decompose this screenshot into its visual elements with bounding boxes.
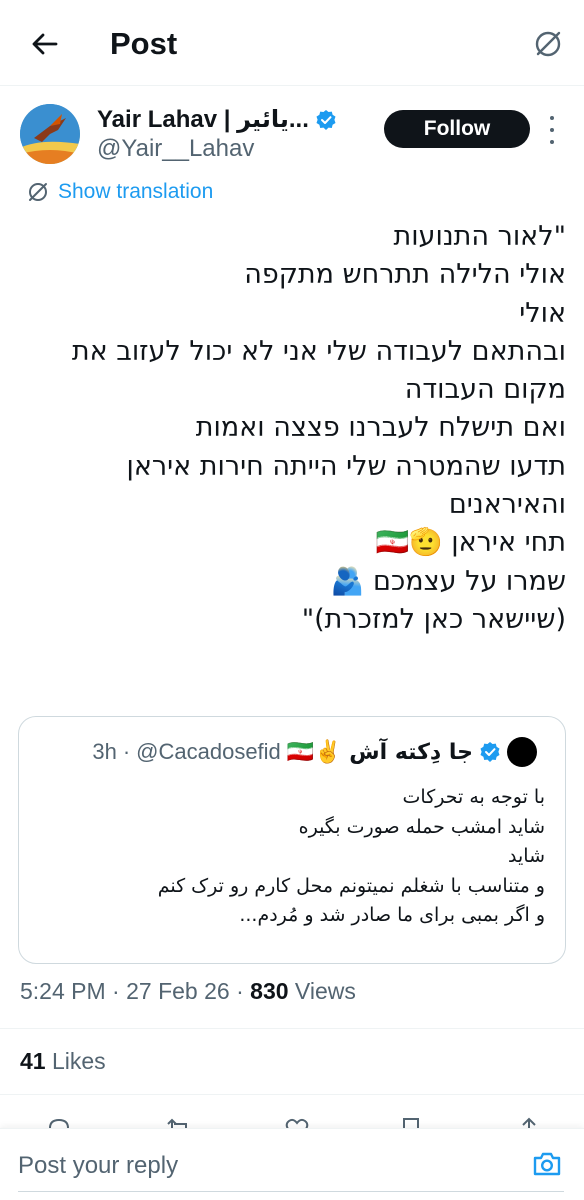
quoted-line: و اگر بمبی برای ما صادر شد و مُردم... xyxy=(239,904,545,926)
quoted-line: با توجه به تحرکات xyxy=(402,786,545,808)
views-count: 830 xyxy=(250,978,289,1004)
quoted-post-text: با توجه به تحرکات شاید امشب حمله صورت بگ… xyxy=(35,783,545,931)
quoted-post-avatar xyxy=(507,737,537,767)
translate-icon xyxy=(535,31,561,57)
header-divider xyxy=(0,85,584,86)
repost-icon[interactable] xyxy=(166,1116,192,1128)
reply-underline xyxy=(18,1191,564,1192)
quoted-post-header: 3h · @Cacadosefid جا دِکته آش ✌️🇮🇷 xyxy=(92,737,537,767)
action-bar xyxy=(0,1108,584,1128)
post-line: מקום העבודה xyxy=(404,374,566,406)
post-line: שמרו על עצמכם 🫂 xyxy=(330,565,566,597)
avatar[interactable] xyxy=(20,104,80,164)
verified-badge-icon xyxy=(480,742,500,762)
quoted-post-handle: @Cacadosefid xyxy=(136,739,281,764)
likes-count: 41 xyxy=(20,1048,46,1074)
quoted-line: شاید امشب حمله صورت بگیره xyxy=(298,815,545,838)
bookmark-icon[interactable] xyxy=(398,1116,424,1128)
reply-input[interactable] xyxy=(18,1149,498,1183)
author-name[interactable]: Yair Lahav | يائير... xyxy=(97,105,337,134)
post-line: (שיישאר כאן למזכרת)" xyxy=(301,603,566,635)
top-bar: Post xyxy=(0,0,584,86)
post-date: 27 Feb 26 xyxy=(126,978,230,1004)
divider xyxy=(0,1094,584,1095)
back-button[interactable] xyxy=(22,24,66,64)
quoted-line: شاید xyxy=(508,845,545,867)
verified-badge-icon xyxy=(316,109,336,130)
camera-button[interactable] xyxy=(530,1147,564,1181)
share-icon[interactable] xyxy=(516,1116,542,1128)
post-line: ובהתאם לעבודה שלי אני לא יכול לעזוב את xyxy=(71,335,566,367)
post-line: תדעו שהמטרה שלי הייתה חירות איראן xyxy=(126,450,566,482)
post-line: והאיראנים xyxy=(448,489,566,521)
bird-avatar-icon xyxy=(20,104,80,164)
post-line: "לאור התנועות xyxy=(393,221,566,252)
translate-icon xyxy=(29,183,47,201)
views-label: Views xyxy=(294,978,356,1004)
post-meta: 5:24 PM · 27 Feb 26 · 830 Views xyxy=(20,978,356,1004)
post-time: 5:24 PM xyxy=(20,978,106,1004)
author-name-text: Yair Lahav | يائير... xyxy=(97,106,309,133)
quoted-post-time: 3h xyxy=(92,739,117,764)
post-line: אולי הלילה תתרחש מתקפה xyxy=(244,259,566,291)
quoted-post[interactable]: 3h · @Cacadosefid جا دِکته آش ✌️🇮🇷 با تو… xyxy=(18,716,566,964)
reply-icon[interactable] xyxy=(46,1116,72,1128)
like-icon[interactable] xyxy=(284,1116,310,1128)
author-handle[interactable]: @Yair__Lahav xyxy=(97,135,254,163)
divider xyxy=(0,1028,584,1029)
more-options-icon[interactable] xyxy=(545,116,559,144)
camera-icon xyxy=(533,1152,561,1176)
show-translation-label: Show translation xyxy=(58,180,214,203)
post-line: אולי xyxy=(519,297,566,329)
likes-link[interactable]: 41 Likes xyxy=(20,1048,106,1075)
page-title: Post xyxy=(110,26,178,61)
reply-bar xyxy=(0,1128,584,1200)
post-text: "לאור התנועות אולי הלילה תתרחש מתקפה אול… xyxy=(18,218,566,639)
post-line: תחי איראן 🫡🇮🇷 xyxy=(375,527,566,559)
follow-button[interactable]: Follow xyxy=(384,110,530,148)
separator-dot: · xyxy=(122,739,131,764)
translate-button[interactable] xyxy=(528,24,568,64)
quoted-post-name: جا دِکته آش ✌️🇮🇷 xyxy=(286,739,473,765)
show-translation-link[interactable]: Show translation xyxy=(26,178,213,206)
post-line: ואם תישלח לעברנו פצצה ואמות xyxy=(195,412,566,444)
likes-label: Likes xyxy=(51,1048,106,1074)
arrow-left-icon xyxy=(32,33,58,55)
quoted-line: و متناسب با شغلم نمیتونم محل کارم رو ترک… xyxy=(157,874,545,897)
